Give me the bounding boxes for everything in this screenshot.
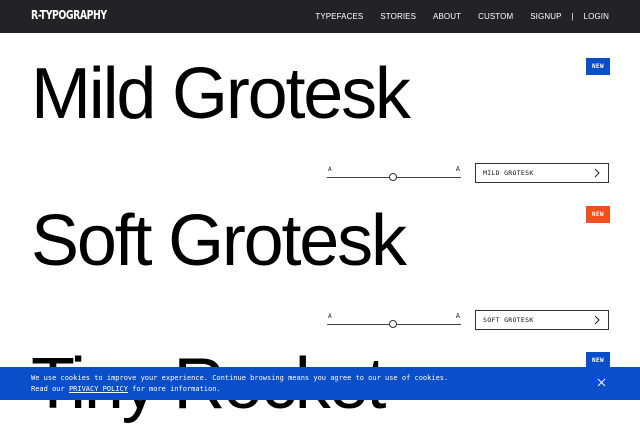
cookie-message-line-1: We use cookies to improve your experienc…	[31, 374, 449, 382]
new-badge: NEW	[586, 58, 610, 75]
nav-about[interactable]: ABOUT	[433, 12, 461, 21]
nav-signup[interactable]: SIGNUP	[530, 12, 561, 21]
slider-thumb[interactable]	[388, 173, 397, 181]
slider-thumb[interactable]	[388, 320, 397, 328]
family-button-label: SOFT GROTESK	[483, 316, 534, 324]
site-logo[interactable]: R-TYPOGRAPHY	[31, 8, 107, 22]
nav-login[interactable]: LOGIN	[584, 12, 609, 21]
cookie-banner: We use cookies to improve your experienc…	[0, 367, 640, 400]
typeface-specimen-mild-grotesk[interactable]: Mild Grotesk	[31, 58, 411, 130]
cookie-line-2-suffix: for more information.	[127, 385, 221, 393]
close-icon[interactable]	[597, 378, 606, 387]
typeface-specimen-soft-grotesk[interactable]: Soft Grotesk	[31, 205, 407, 277]
cookie-line-2-prefix: Read our	[31, 385, 69, 393]
small-a-label: A	[328, 166, 332, 173]
large-a-label: A	[455, 165, 460, 173]
chevron-right-icon	[594, 168, 600, 178]
size-slider[interactable]: A A	[327, 165, 461, 186]
nav-stories[interactable]: STORIES	[380, 12, 416, 21]
nav-custom[interactable]: CUSTOM	[478, 12, 513, 21]
small-a-label: A	[328, 313, 332, 320]
main-nav: TYPEFACES STORIES ABOUT CUSTOM SIGNUP | …	[298, 12, 609, 21]
family-button-label: MILD GROTESK	[483, 169, 534, 177]
cookie-message-line-2: Read our PRIVACY POLICY for more informa…	[31, 384, 448, 395]
chevron-right-icon	[594, 315, 600, 325]
nav-separator: |	[571, 12, 574, 21]
large-a-label: A	[455, 312, 460, 320]
new-badge: NEW	[586, 206, 610, 223]
size-slider[interactable]: A A	[327, 312, 461, 333]
nav-typefaces[interactable]: TYPEFACES	[315, 12, 363, 21]
cookie-message: We use cookies to improve your experienc…	[31, 373, 448, 395]
view-family-button-soft-grotesk[interactable]: SOFT GROTESK	[475, 310, 609, 330]
view-family-button-mild-grotesk[interactable]: MILD GROTESK	[475, 163, 609, 183]
top-navigation-bar: R-TYPOGRAPHY TYPEFACES STORIES ABOUT CUS…	[0, 0, 640, 33]
privacy-policy-link[interactable]: PRIVACY POLICY	[69, 385, 128, 393]
